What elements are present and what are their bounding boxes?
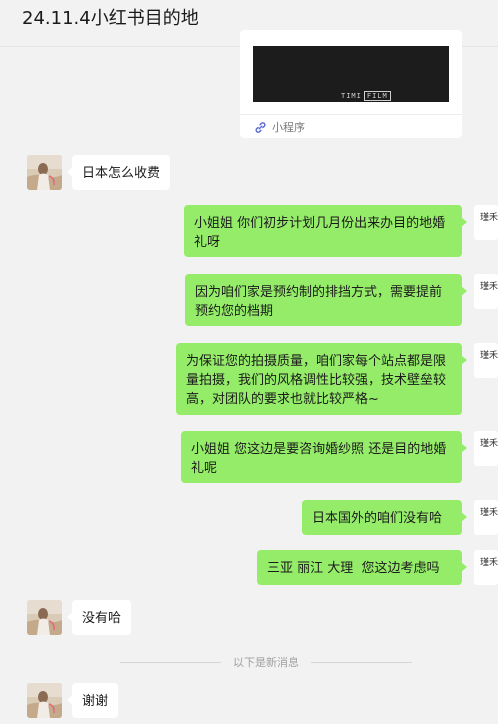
self-avatar[interactable]: 瑾禾映画 xyxy=(474,431,498,466)
divider-line-right xyxy=(311,661,412,663)
self-avatar[interactable]: 瑾禾映画 xyxy=(474,205,498,240)
message-bubble-outgoing[interactable]: 为保证您的拍摄质量，咱们家每个站点都是限量拍摄，我们的风格调性比较强，技术壁垒较… xyxy=(176,343,467,415)
self-avatar-image: 瑾禾映画 xyxy=(474,343,498,378)
message-bubble-incoming[interactable]: 日本怎么收费 xyxy=(66,155,171,190)
link-icon xyxy=(255,121,266,133)
self-avatar-text: 瑾禾映画 xyxy=(480,556,498,568)
self-avatar-image: 瑾禾映画 xyxy=(474,274,498,309)
self-avatar-text: 瑾禾映画 xyxy=(480,211,498,223)
message-bubble-outgoing[interactable]: 因为咱们家是预约制的排挡方式，需要提前预约您的档期 xyxy=(185,274,467,326)
chat-title: 24.11.4小红书目的地 xyxy=(22,8,199,29)
self-avatar-image: 瑾禾映画 xyxy=(474,500,498,535)
video-logo-boxed: FILM xyxy=(363,91,391,101)
new-messages-divider: 以下是新消息 xyxy=(120,653,412,671)
video-thumbnail[interactable]: TIMI FILM xyxy=(253,46,449,102)
message-bubble-incoming[interactable]: 谢谢 xyxy=(66,683,119,718)
card-divider xyxy=(240,114,462,115)
contact-avatar[interactable] xyxy=(27,155,62,190)
message-bubble-incoming[interactable]: 没有哈 xyxy=(66,600,132,635)
new-messages-label: 以下是新消息 xyxy=(233,656,299,669)
self-avatar-text: 瑾禾映画 xyxy=(480,506,498,518)
message-bubble-outgoing[interactable]: 小姐姐 您这边是要咨询婚纱照 还是目的地婚礼呢 xyxy=(181,431,467,483)
mini-program-label: 小程序 xyxy=(272,121,305,134)
contact-avatar-image xyxy=(27,683,62,718)
self-avatar[interactable]: 瑾禾映画 xyxy=(474,274,498,309)
mini-program-card[interactable]: TIMI FILM 小程序 xyxy=(240,30,462,138)
self-avatar-image: 瑾禾映画 xyxy=(474,205,498,240)
message-bubble-outgoing[interactable]: 三亚 丽江 大理 您这边考虑吗 xyxy=(257,550,467,585)
self-avatar-text: 瑾禾映画 xyxy=(480,437,498,449)
contact-avatar-image xyxy=(27,600,62,635)
video-logo-text: TIMI xyxy=(341,92,362,100)
self-avatar-image: 瑾禾映画 xyxy=(474,550,498,585)
message-bubble-outgoing[interactable]: 小姐姐 你们初步计划几月份出来办目的地婚礼呀 xyxy=(184,205,467,257)
video-logo: TIMI FILM xyxy=(341,91,391,101)
self-avatar-text: 瑾禾映画 xyxy=(480,280,498,292)
self-avatar-image: 瑾禾映画 xyxy=(474,431,498,466)
message-bubble-outgoing[interactable]: 日本国外的咱们没有哈 xyxy=(302,500,467,535)
self-avatar[interactable]: 瑾禾映画 xyxy=(474,500,498,535)
contact-avatar[interactable] xyxy=(27,683,62,718)
mini-program-footer: 小程序 xyxy=(254,119,305,135)
divider-line-left xyxy=(120,661,221,663)
contact-avatar-image xyxy=(27,155,62,190)
contact-avatar[interactable] xyxy=(27,600,62,635)
self-avatar[interactable]: 瑾禾映画 xyxy=(474,550,498,585)
self-avatar-text: 瑾禾映画 xyxy=(480,349,498,361)
self-avatar[interactable]: 瑾禾映画 xyxy=(474,343,498,378)
